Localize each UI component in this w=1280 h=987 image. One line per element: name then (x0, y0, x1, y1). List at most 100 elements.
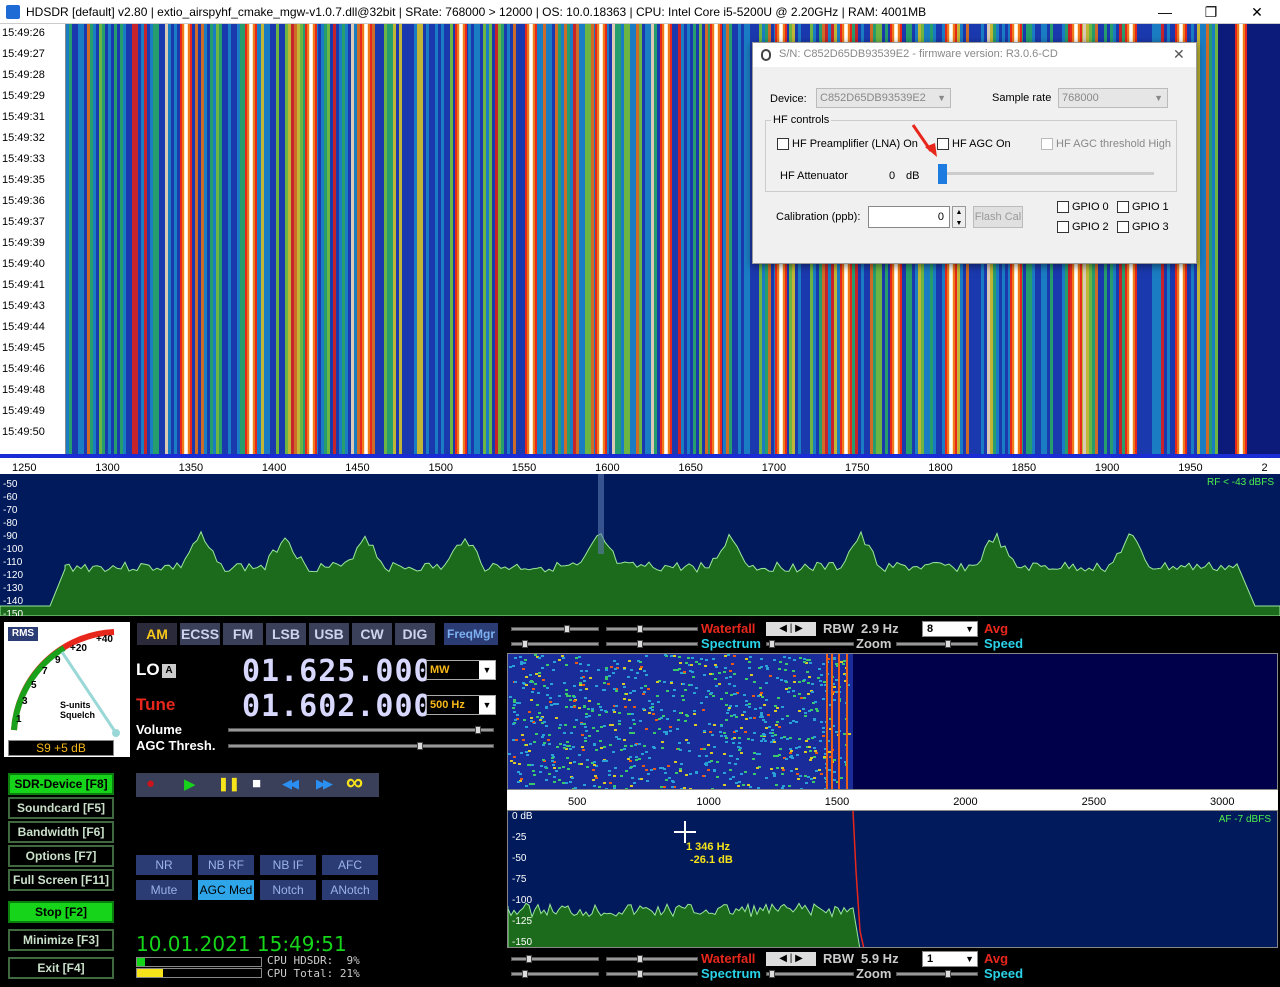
sample-rate-select[interactable]: 768000 ▼ (1058, 88, 1168, 108)
speed-slider-2[interactable] (896, 970, 978, 978)
mode-usb-button[interactable]: USB (309, 623, 349, 645)
slider-thumb[interactable] (945, 640, 951, 648)
calibration-spinner[interactable]: ▲ ▼ (952, 206, 966, 228)
band-select[interactable]: MW ▼ (426, 660, 496, 680)
agc-thresh-slider[interactable] (228, 742, 494, 750)
stop-button[interactable]: Stop [F2] (8, 901, 114, 923)
mode-ecss-button[interactable]: ECSS (180, 623, 220, 645)
slider-thumb[interactable] (769, 640, 775, 648)
gpio3-checkbox[interactable] (1117, 221, 1129, 233)
stop-icon[interactable]: ■ (252, 775, 261, 792)
nr-button[interactable]: NR (136, 855, 192, 875)
slider-thumb[interactable] (637, 955, 643, 963)
loop-icon[interactable]: ∞ (346, 769, 363, 797)
zoom-slider[interactable] (766, 640, 854, 648)
frequency-scale[interactable]: 1250 1300 1350 1400 1450 1500 1550 1600 1650 1700… (0, 454, 1280, 474)
agc-med-button[interactable]: AGC Med (198, 880, 254, 900)
nb-rf-button[interactable]: NB RF (198, 855, 254, 875)
af-spectrum[interactable]: 0 dB -25 -50 -75 -100 -125 -150 AF -7 dBFS 1 3… (507, 810, 1278, 948)
sdr-device-button[interactable]: SDR-Device [F8] (8, 773, 114, 795)
freqmgr-button[interactable]: FreqMgr (444, 623, 498, 645)
fast-forward-icon[interactable]: ▶▶ (316, 776, 333, 792)
mode-lsb-button[interactable]: LSB (266, 623, 306, 645)
agc-threshold-checkbox[interactable] (1041, 138, 1053, 150)
wf2-slider-2[interactable] (606, 955, 698, 963)
notch-button[interactable]: Notch (260, 880, 316, 900)
bandwidth-button[interactable]: Bandwidth [F6] (8, 821, 114, 843)
rewind-icon[interactable]: ◀◀ (282, 776, 299, 792)
play-icon[interactable]: ▶ (184, 775, 196, 793)
sp2-slider-2[interactable] (606, 970, 698, 978)
rbw-stepper[interactable]: ◀ | ▶ (766, 622, 816, 636)
afc-button[interactable]: AFC (322, 855, 378, 875)
rbw-stepper-2[interactable]: ◀ | ▶ (766, 952, 816, 966)
sp2-slider-1[interactable] (511, 970, 599, 978)
slider-thumb[interactable] (769, 970, 775, 978)
slider-thumb[interactable] (522, 640, 528, 648)
app-icon (6, 5, 20, 19)
flash-cal-button[interactable]: Flash Cal (973, 206, 1023, 228)
anotch-button[interactable]: ANotch (322, 880, 378, 900)
wf-slider-2[interactable] (606, 625, 698, 633)
slider-thumb[interactable] (637, 640, 643, 648)
slider-thumb[interactable] (564, 625, 570, 633)
mode-dig-button[interactable]: DIG (395, 623, 435, 645)
gpio0-checkbox[interactable] (1057, 201, 1069, 213)
mode-cw-button[interactable]: CW (352, 623, 392, 645)
calibration-input[interactable]: 0 (868, 206, 950, 228)
attenuator-slider[interactable] (938, 172, 1154, 175)
exit-button[interactable]: Exit [F4] (8, 957, 114, 979)
sp-slider-2[interactable] (606, 640, 698, 648)
sample-rate-value: 768000 (1062, 92, 1099, 104)
soundcard-button[interactable]: Soundcard [F5] (8, 797, 114, 819)
record-icon[interactable]: ● (146, 775, 155, 792)
options-button[interactable]: Options [F7] (8, 845, 114, 867)
avg-select[interactable]: 8 ▼ (922, 621, 978, 637)
dialog-close-button[interactable]: ✕ (1173, 46, 1185, 63)
cpu-total-label: CPU Total: 21% (267, 967, 360, 980)
rf-spectrum[interactable]: RF < -43 dBFS -50 -60 -70 -80 -90 -100 -110 -12… (0, 474, 1280, 616)
minimize-button[interactable]: — (1142, 0, 1188, 24)
db-label: -140 (3, 596, 24, 607)
timestamp: 15:49:27 (2, 48, 45, 60)
attenuator-thumb[interactable] (938, 164, 947, 184)
rms-button[interactable]: RMS (8, 627, 38, 641)
lo-a-tag[interactable]: A (162, 664, 176, 678)
maximize-button[interactable]: ❐ (1188, 0, 1234, 24)
full-screen-button[interactable]: Full Screen [F11] (8, 869, 114, 891)
gpio1-checkbox[interactable] (1117, 201, 1129, 213)
volume-slider[interactable] (228, 726, 494, 734)
wf-slider-1[interactable] (511, 625, 599, 633)
cursor-frequency: 1 346 Hz (686, 841, 731, 853)
slider-thumb[interactable] (945, 970, 951, 978)
mode-fm-button[interactable]: FM (223, 623, 263, 645)
sp-slider-1[interactable] (511, 640, 599, 648)
tune-frequency[interactable]: 01.602.000 (242, 689, 433, 724)
lna-checkbox[interactable] (777, 138, 789, 150)
volume-thumb[interactable] (475, 726, 481, 734)
slider-thumb[interactable] (526, 955, 532, 963)
mode-am-button[interactable]: AM (137, 623, 177, 645)
zoom-slider-2[interactable] (766, 970, 854, 978)
freq-tick: 1350 (178, 462, 204, 474)
slider-thumb[interactable] (637, 625, 643, 633)
avg-select-2[interactable]: 1 ▼ (922, 951, 978, 967)
wf2-slider-1[interactable] (511, 955, 599, 963)
gpio2-checkbox[interactable] (1057, 221, 1069, 233)
pause-icon[interactable]: ❚❚ (218, 776, 240, 792)
speed-slider[interactable] (896, 640, 978, 648)
close-button[interactable]: ✕ (1234, 0, 1280, 24)
af-frequency-scale[interactable]: 5001000150020002500300035004000450050005… (507, 790, 1278, 810)
bandwidth-select[interactable]: 500 Hz ▼ (426, 695, 496, 715)
slider-thumb[interactable] (522, 970, 528, 978)
cpu-hdsdr-bar (136, 957, 262, 967)
device-select[interactable]: C852D65DB93539E2 ▼ (816, 88, 951, 108)
lo-frequency[interactable]: 01.625.000 (242, 654, 433, 689)
minimize-app-button[interactable]: Minimize [F3] (8, 929, 114, 951)
af-waterfall[interactable] (507, 653, 1278, 790)
gpio2-label: GPIO 2 (1072, 221, 1109, 233)
nb-if-button[interactable]: NB IF (260, 855, 316, 875)
agc-thresh-thumb[interactable] (417, 742, 423, 750)
slider-thumb[interactable] (637, 970, 643, 978)
mute-button[interactable]: Mute (136, 880, 192, 900)
